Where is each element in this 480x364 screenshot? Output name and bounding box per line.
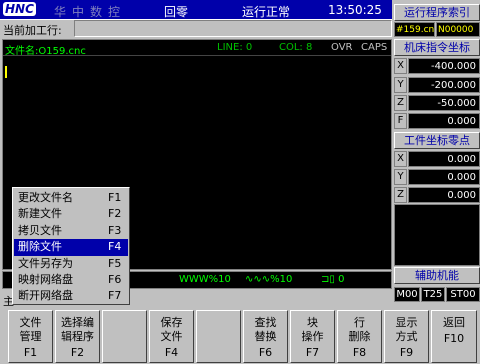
spindle-override: WWW%10 — [179, 274, 231, 285]
current-line-field — [74, 20, 392, 37]
clock: 13:50:25 — [328, 3, 382, 17]
spindle-icon: WWW — [179, 274, 209, 285]
fkey-f8[interactable]: 行删除 F8 — [337, 310, 382, 363]
rapid-icon: ⊐▯ — [321, 274, 335, 285]
program-block: N00000 — [436, 22, 480, 37]
t-code: T25 — [421, 287, 445, 302]
caps-indicator: CAPS — [361, 42, 388, 53]
aux-function-title: 辅助机能 — [394, 267, 480, 284]
program-index-title: 运行程序索引 — [394, 4, 480, 21]
file-info-bar: 文件名:O159.cnc LINE: 0 COL: 8 OVR CAPS — [3, 40, 391, 57]
m-code: M00 — [394, 287, 420, 302]
menu-item-delete[interactable]: 删除文件 F4 — [14, 239, 128, 256]
feed-icon: ∿∿∿ — [245, 274, 271, 285]
hnc-logo: HNC — [3, 2, 36, 16]
text-cursor — [5, 66, 7, 78]
function-key-bar: 文件 管理 F1 选择编 辑程序 F2 保存 文件 F4 查找 替换 F6 块操作 F7 行删除 F… — [0, 310, 480, 364]
work-zero-title: 工件坐标零点 — [394, 132, 480, 149]
title-bar: HNC 华中数控 回零 运行正常 13:50:25 — [0, 0, 392, 20]
fkey-f3[interactable] — [102, 310, 147, 363]
col-indicator: COL: 8 — [279, 42, 313, 53]
run-state: 运行正常 — [242, 5, 291, 19]
line-indicator: LINE: 0 — [217, 42, 253, 53]
menu-item-rename[interactable]: 更改文件名 F1 — [14, 190, 128, 206]
machine-x-row: X -400.000 — [394, 58, 480, 74]
file-name: 文件名:O159.cnc — [5, 46, 86, 57]
feed-override: ∿∿∿%10 — [245, 274, 293, 285]
machine-coord-title: 机床指令坐标 — [394, 39, 480, 56]
mst-row: M00 T25 ST00 — [394, 287, 480, 302]
file-menu: 更改文件名 F1 新建文件 F2 拷贝文件 F3 删除文件 F4 文件另存为 F5 映射网… — [12, 187, 130, 305]
machine-f-row: F 0.000 — [394, 113, 480, 129]
ovr-indicator: OVR — [331, 42, 353, 53]
menu-item-new[interactable]: 新建文件 F2 — [14, 206, 128, 222]
fkey-f1[interactable]: 文件 管理 F1 — [8, 310, 53, 363]
fkey-f7[interactable]: 块操作 F7 — [290, 310, 335, 363]
fkey-f6[interactable]: 查找 替换 F6 — [243, 310, 288, 363]
work-x-row: X 0.000 — [394, 151, 480, 167]
fkey-f2[interactable]: 选择编 辑程序 F2 — [55, 310, 100, 363]
machine-mode: 回零 — [164, 5, 189, 19]
menu-item-copy[interactable]: 拷贝文件 F3 — [14, 223, 128, 239]
fkey-f4[interactable]: 保存 文件 F4 — [149, 310, 194, 363]
s-code: ST00 — [446, 287, 480, 302]
work-z-row: Z 0.000 — [394, 187, 480, 203]
program-file: #159.cn — [394, 22, 435, 37]
program-index: #159.cn N00000 — [394, 22, 480, 37]
company-name: 华中数控 — [54, 5, 127, 19]
current-line-label: 当前加工行: — [3, 24, 62, 37]
menu-item-map-drive[interactable]: 映射网络盘 F6 — [14, 272, 128, 288]
menu-item-disconnect-drive[interactable]: 断开网络盘 F7 — [14, 288, 128, 304]
rapid-override: ⊐▯ 0 — [321, 274, 345, 285]
work-y-row: Y 0.000 — [394, 169, 480, 185]
fkey-f5[interactable] — [196, 310, 241, 363]
machine-z-row: Z -50.000 — [394, 95, 480, 111]
right-panel-blank — [394, 204, 480, 266]
fkey-f10[interactable]: 返回 F10 — [431, 310, 477, 363]
menu-item-save-as[interactable]: 文件另存为 F5 — [14, 256, 128, 272]
fkey-f9[interactable]: 显示 方式 F9 — [384, 310, 429, 363]
machine-y-row: Y -200.000 — [394, 77, 480, 93]
